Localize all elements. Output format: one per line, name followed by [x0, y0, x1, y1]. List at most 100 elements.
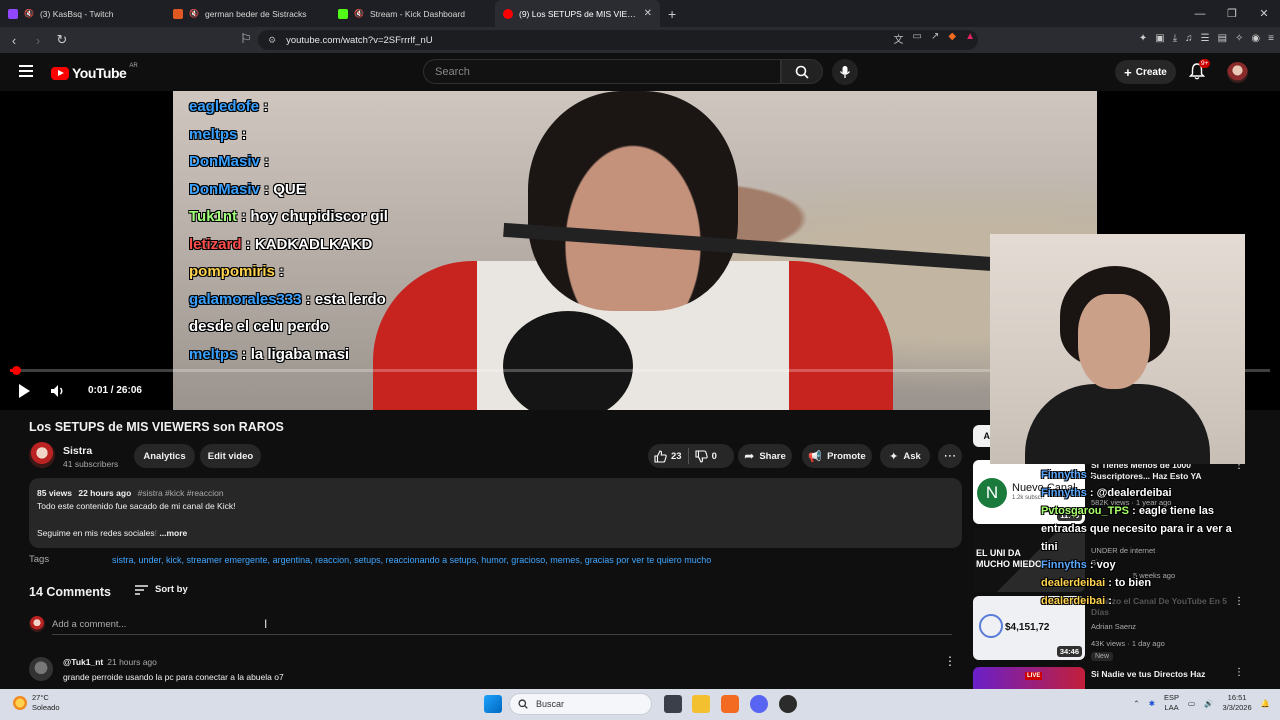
ask-button[interactable]: ✦ Ask — [880, 444, 930, 468]
browser-tab-twitch[interactable]: 🔇 (3) KasBsq - Twitch — [0, 0, 165, 27]
voice-search-button[interactable] — [832, 59, 858, 85]
brave-shield-icon[interactable]: ◆ — [948, 31, 956, 46]
muted-speaker-icon[interactable]: 🔇 — [354, 9, 364, 18]
extensions-icon[interactable]: ✦ — [1139, 33, 1147, 44]
discord-icon[interactable] — [750, 695, 768, 713]
recommendation-item[interactable]: LIVE Si Nadie ve tus Directos Haz ⋮ — [973, 667, 1273, 689]
cast-icon[interactable]: ▭ — [913, 31, 922, 46]
start-windows-icon[interactable] — [484, 695, 502, 713]
channel-avatar[interactable] — [29, 442, 55, 468]
browser-tab-youtube[interactable]: (9) Los SETUPS de MIS VIEWERS ✕ — [495, 0, 660, 27]
chat-text: desde el celu perdo — [189, 318, 330, 335]
description-text: Seguime en mis redes sociales — [37, 528, 155, 538]
youtube-play-logo-icon — [51, 66, 69, 80]
windows-taskbar: 27°C Soleado Buscar ⌃ ✱ ESP LAA ▭ 🔊 16:51… — [0, 689, 1280, 720]
muted-speaker-icon[interactable]: 🔇 — [189, 9, 199, 18]
promote-button[interactable]: 📢 Promote — [802, 444, 872, 468]
close-tab-icon[interactable]: ✕ — [644, 8, 652, 19]
stream-chat-message: Finnyths : — [1041, 466, 1246, 484]
description-box[interactable]: 85 views 22 hours ago #sistra #kick #rea… — [29, 478, 962, 548]
comment-age[interactable]: 21 hours ago — [107, 657, 157, 667]
reading-list-icon[interactable]: ☰ — [1201, 33, 1210, 44]
chat-separator: : — [1086, 469, 1094, 481]
microphone-icon — [839, 66, 851, 78]
youtube-header: YouTube AR Search + Create 9+ — [0, 53, 1280, 91]
play-icon — [19, 384, 30, 398]
share-label: Share — [759, 450, 786, 462]
vpn-icon[interactable]: ◉ — [1251, 33, 1260, 44]
network-icon[interactable]: ▭ — [1188, 699, 1195, 708]
minimize-icon[interactable]: — — [1184, 0, 1216, 27]
bookmark-icon[interactable]: ⚐ — [236, 29, 256, 49]
hamburger-menu-icon[interactable] — [19, 65, 33, 77]
more-actions-button[interactable]: ⋯ — [938, 444, 962, 468]
leo-ai-icon[interactable]: ✧ — [1235, 33, 1243, 44]
youtube-logo[interactable]: YouTube AR — [51, 63, 138, 81]
show-more-link[interactable]: ...more — [159, 528, 187, 538]
chat-username: Finnyths — [1041, 487, 1087, 499]
wallet-icon[interactable]: ▤ — [1218, 33, 1227, 44]
file-explorer-icon[interactable] — [692, 695, 710, 713]
analytics-button[interactable]: Analytics — [134, 444, 195, 468]
search-button[interactable] — [781, 59, 823, 84]
forward-icon[interactable]: › — [28, 30, 48, 50]
comment-author[interactable]: @Tuk1_nt — [63, 657, 103, 667]
like-button[interactable]: 23 — [648, 444, 688, 468]
chat-separator: : — [241, 235, 251, 253]
restore-icon[interactable]: ❐ — [1216, 0, 1248, 27]
share-page-icon[interactable]: ↗ — [931, 31, 939, 46]
channel-name[interactable]: Sistra — [63, 445, 92, 457]
weather-widget[interactable]: 27°C Soleado — [13, 693, 60, 713]
chat-separator: : — [1129, 505, 1136, 517]
address-bar[interactable]: ⚙ youtube.com/watch?v=2SFrrrlf_nU — [258, 30, 978, 50]
description-fade: ! — [154, 528, 158, 538]
add-comment-input[interactable]: Add a comment... — [52, 619, 126, 630]
new-tab-button[interactable]: + — [660, 6, 684, 22]
downloads-icon[interactable]: ⤓ — [1173, 33, 1177, 44]
brave-rewards-icon[interactable]: ▲ — [965, 31, 975, 46]
clock[interactable]: 16:51 3/3/2026 — [1222, 693, 1251, 713]
site-info-icon[interactable]: ⚙ — [268, 35, 276, 46]
brave-browser-icon[interactable] — [721, 695, 739, 713]
scrubber-handle[interactable] — [12, 366, 21, 375]
back-icon[interactable]: ‹ — [4, 30, 24, 50]
dislike-button[interactable]: 0 — [689, 444, 723, 468]
chat-separator: : — [1105, 595, 1112, 607]
bluetooth-icon[interactable]: ✱ — [1149, 699, 1155, 708]
volume-button[interactable] — [50, 383, 66, 399]
account-avatar[interactable] — [1227, 62, 1248, 83]
taskbar-search[interactable]: Buscar — [509, 693, 652, 715]
chat-username: Finnyths — [1041, 469, 1087, 481]
rec-menu-icon[interactable]: ⋮ — [1234, 667, 1244, 678]
browser-tab-kick[interactable]: 🔇 Stream - Kick Dashboard — [330, 0, 495, 27]
search-input[interactable]: Search — [423, 59, 781, 84]
video-scene-microphone — [503, 311, 633, 410]
language-indicator[interactable]: ESP LAA — [1164, 693, 1179, 713]
reload-icon[interactable]: ↻ — [52, 30, 72, 50]
media-icon[interactable]: ♫ — [1185, 33, 1193, 44]
close-window-icon[interactable]: ✕ — [1248, 0, 1280, 27]
edit-video-button[interactable]: Edit video — [200, 444, 261, 468]
muted-speaker-icon[interactable]: 🔇 — [24, 9, 34, 18]
lang-code: ESP — [1164, 693, 1180, 702]
hashtags[interactable]: #sistra #kick #reaccion — [138, 488, 224, 498]
video-meta: 85 views 22 hours ago #sistra #kick #rea… — [37, 488, 224, 498]
task-view-icon[interactable] — [664, 695, 682, 713]
obs-icon[interactable] — [779, 695, 797, 713]
share-button[interactable]: ➦ Share — [738, 444, 792, 468]
play-button[interactable] — [17, 383, 33, 399]
notifications-button[interactable]: 9+ — [1188, 59, 1211, 81]
speaker-icon[interactable]: 🔊 — [1204, 699, 1213, 708]
create-button[interactable]: + Create — [1115, 60, 1176, 84]
text-cursor-icon: I — [264, 617, 268, 631]
translate-icon[interactable]: 文 — [894, 31, 904, 46]
notification-center-icon[interactable]: 🔔 — [1261, 699, 1270, 708]
comment-menu-icon[interactable]: ⋮ — [944, 654, 956, 668]
tags-list[interactable]: sistra, under, kick, streamer emergente,… — [112, 555, 711, 565]
show-hidden-icons[interactable]: ⌃ — [1133, 699, 1139, 708]
sort-by-button[interactable]: Sort by — [135, 584, 188, 595]
menu-icon[interactable]: ≡ — [1268, 33, 1274, 44]
browser-tab-sistracks[interactable]: 🔇 german beder de Sistracks — [165, 0, 330, 27]
comment-avatar[interactable] — [29, 657, 53, 681]
sidebar-panel-icon[interactable]: ▣ — [1155, 33, 1164, 44]
